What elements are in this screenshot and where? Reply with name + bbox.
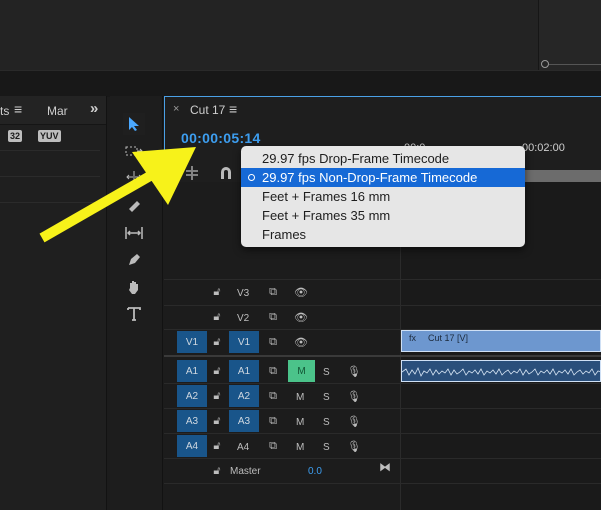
annotation-arrow-icon <box>39 147 196 243</box>
